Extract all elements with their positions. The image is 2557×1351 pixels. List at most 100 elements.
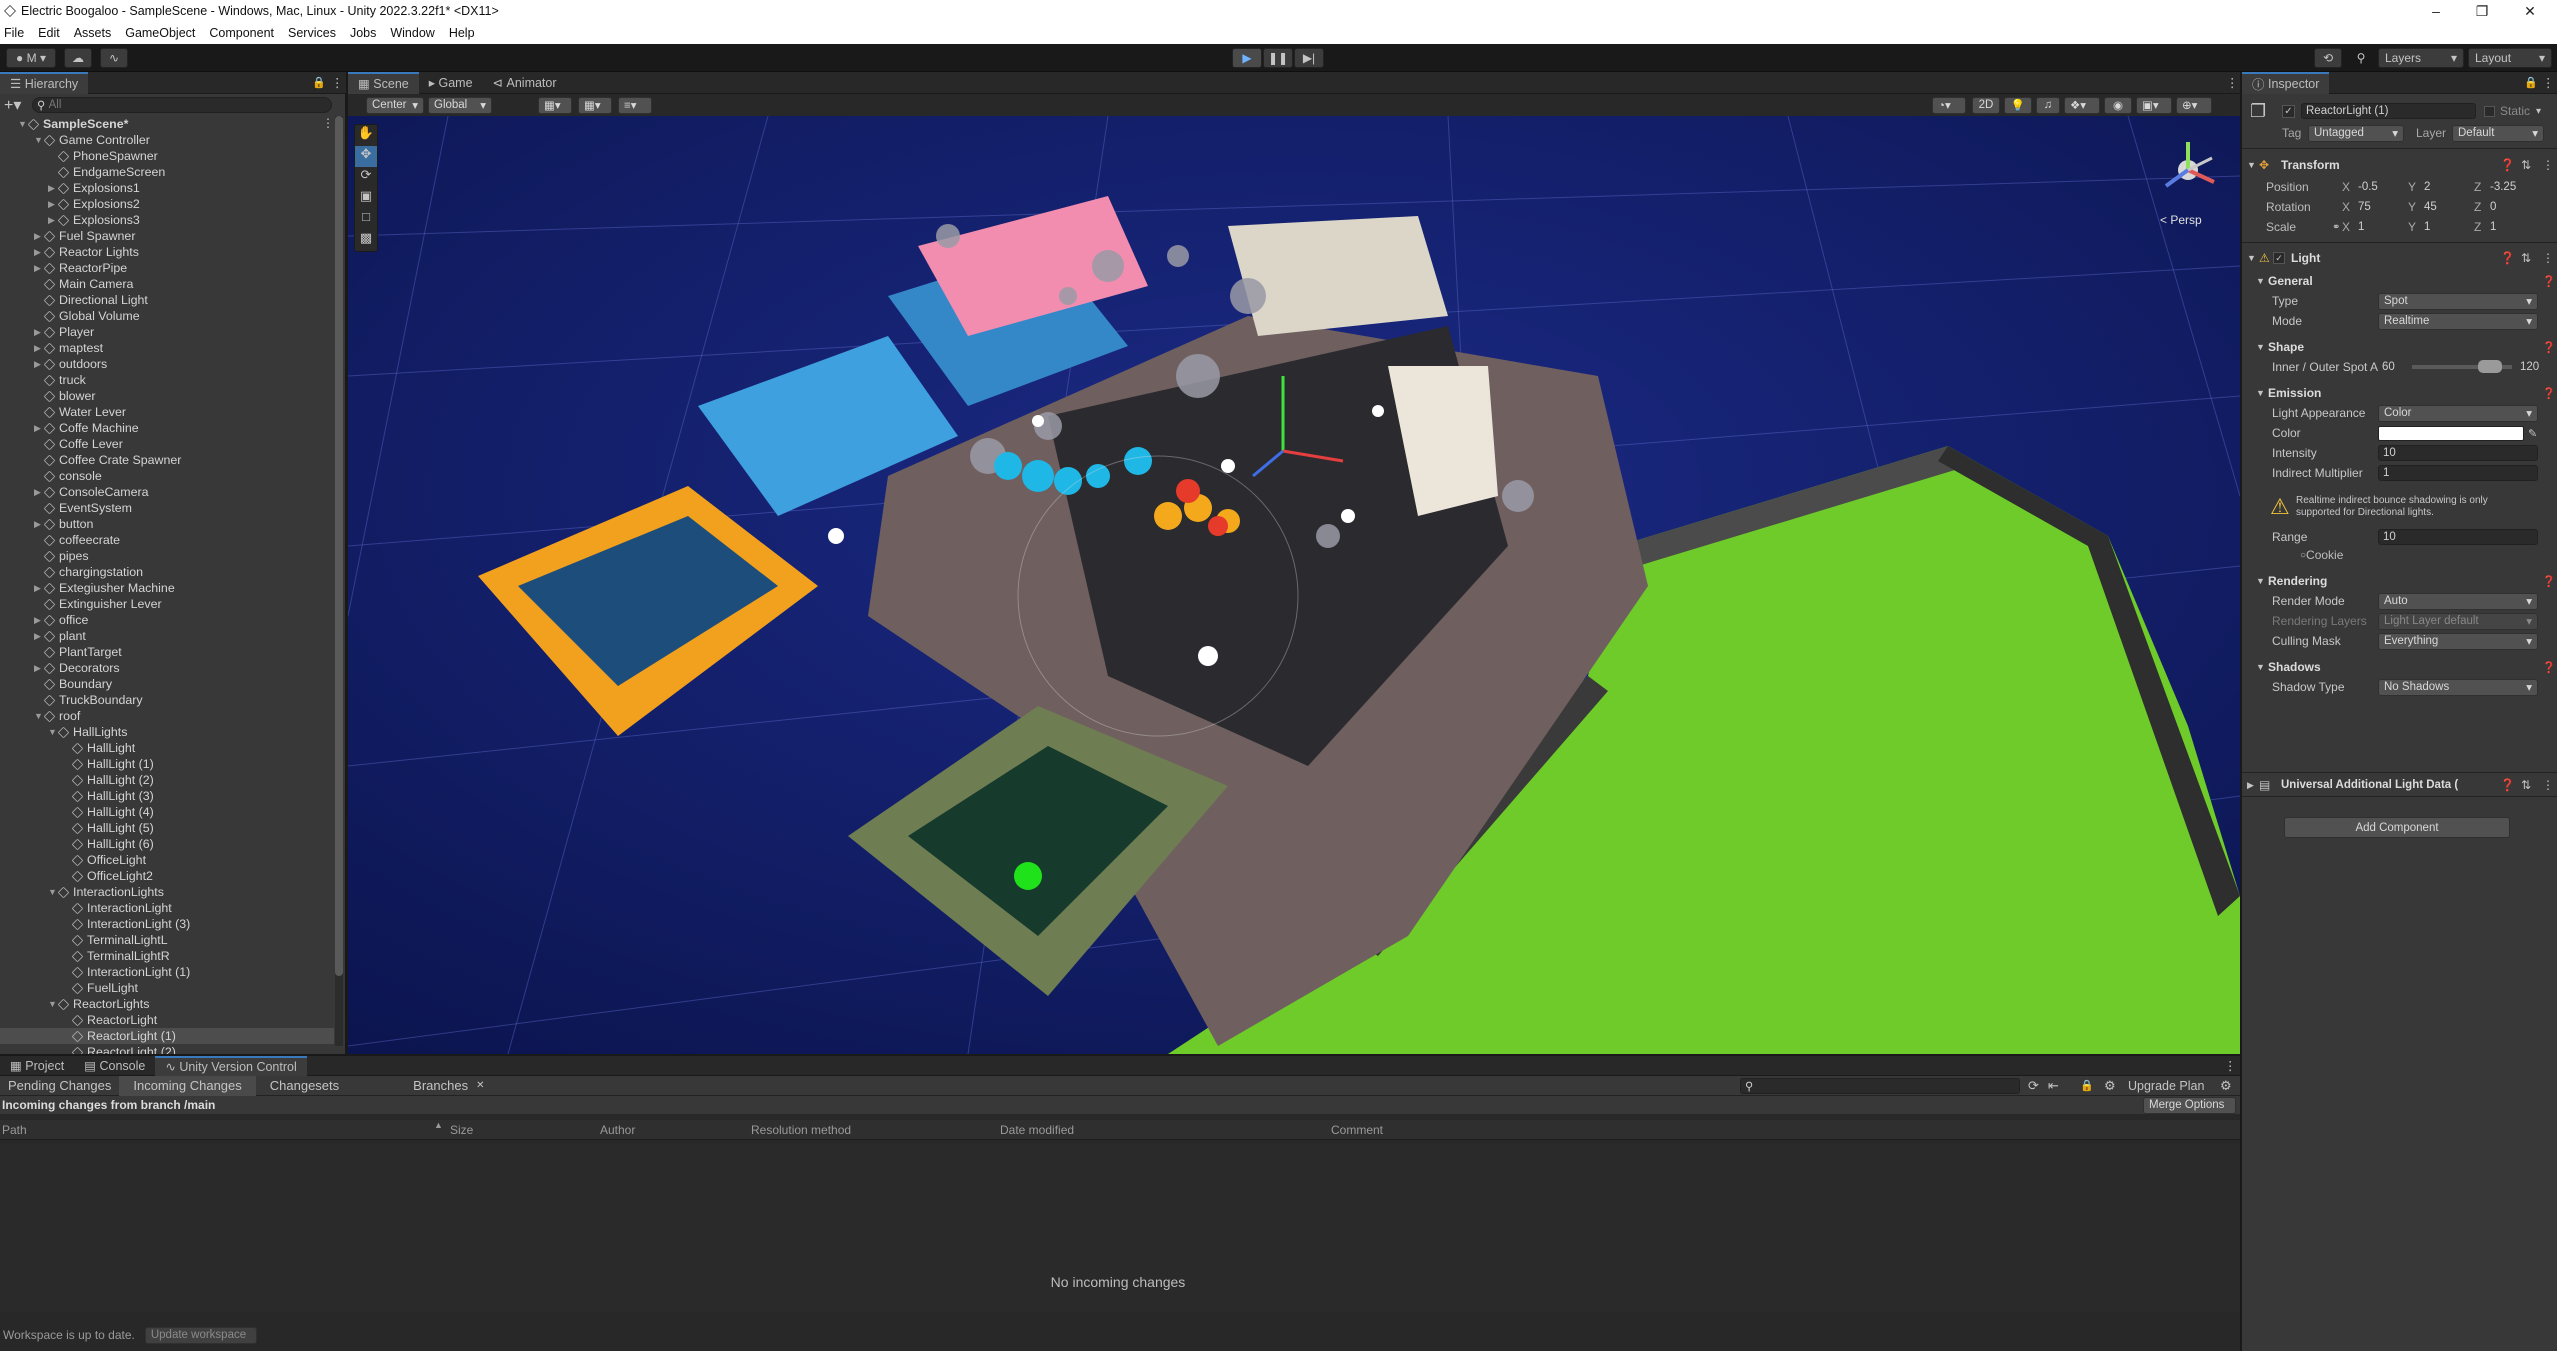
hierarchy-item[interactable]: HallLight (2)	[0, 772, 334, 788]
vc-search-input[interactable]: ⚲	[1740, 1077, 2020, 1094]
foldout-closed-icon[interactable]: ▶	[34, 423, 44, 434]
range-field[interactable]: 10	[2378, 529, 2538, 545]
hierarchy-item[interactable]: ▶ Fuel Spawner	[0, 228, 334, 244]
hierarchy-item[interactable]: ReactorLight (1)	[0, 1028, 334, 1044]
more-icon[interactable]: ⋮	[322, 116, 334, 130]
rotation-z-field[interactable]: 0	[2486, 199, 2536, 215]
hierarchy-item[interactable]: Coffee Crate Spawner	[0, 452, 334, 468]
light-type-dropdown[interactable]: Spot ▾	[2378, 292, 2538, 310]
menu-help[interactable]: Help	[442, 26, 482, 40]
tab-scene[interactable]: ▦ Scene	[348, 71, 419, 94]
layer-dropdown[interactable]: Default ▾	[2452, 124, 2544, 142]
hierarchy-item[interactable]: pipes	[0, 548, 334, 564]
close-icon[interactable]: ✕	[2507, 0, 2553, 22]
subtab-incoming-changes[interactable]: Incoming Changes	[119, 1075, 256, 1096]
hierarchy-item[interactable]: HallLight	[0, 740, 334, 756]
hierarchy-item[interactable]: ReactorLight (2)	[0, 1044, 334, 1054]
foldout-closed-icon[interactable]: ▶	[34, 247, 44, 258]
add-icon[interactable]: +▾	[4, 95, 28, 115]
menu-component[interactable]: Component	[202, 26, 281, 40]
minimize-icon[interactable]: –	[2413, 0, 2459, 22]
hierarchy-item[interactable]: ▶ ConsoleCamera	[0, 484, 334, 500]
column-path[interactable]: Path	[2, 1123, 27, 1137]
add-component-button[interactable]: Add Component	[2284, 817, 2510, 838]
foldout-closed-icon[interactable]: ▶	[34, 359, 44, 370]
hierarchy-item[interactable]: ▼ roof	[0, 708, 334, 724]
tag-dropdown[interactable]: Untagged ▾	[2308, 124, 2404, 142]
rect-tool-icon[interactable]: □	[355, 209, 377, 230]
more-icon[interactable]: ⋮	[2542, 75, 2555, 90]
hierarchy-item[interactable]: HallLight (4)	[0, 804, 334, 820]
hierarchy-item[interactable]: ▶ Explosions2	[0, 196, 334, 212]
hierarchy-item[interactable]: blower	[0, 388, 334, 404]
hierarchy-item[interactable]: ▶ button	[0, 516, 334, 532]
hierarchy-item[interactable]: coffeecrate	[0, 532, 334, 548]
scale-tool-icon[interactable]: ▣	[355, 188, 377, 209]
more-icon[interactable]: ⋮	[2542, 251, 2554, 265]
foldout-closed-icon[interactable]: ▶	[34, 327, 44, 338]
refresh-icon[interactable]: ⟳	[2028, 1078, 2039, 1094]
preset-icon[interactable]: ⇅	[2521, 778, 2531, 792]
hierarchy-item[interactable]: chargingstation	[0, 564, 334, 580]
hierarchy-item[interactable]: ReactorLight	[0, 1012, 334, 1028]
foldout-closed-icon[interactable]: ▶	[48, 215, 58, 226]
tab-animator[interactable]: ⊲ Animator	[483, 72, 567, 94]
help-icon[interactable]: ❓	[2542, 661, 2556, 674]
hierarchy-item[interactable]: TerminalLightR	[0, 948, 334, 964]
hierarchy-item[interactable]: PhoneSpawner	[0, 148, 334, 164]
update-workspace-button[interactable]: Update workspace	[144, 1326, 257, 1344]
foldout-closed-icon[interactable]: ▶	[34, 231, 44, 242]
column-resolution-method[interactable]: Resolution method	[751, 1123, 851, 1137]
menu-services[interactable]: Services	[281, 26, 343, 40]
foldout-closed-icon[interactable]: ▶	[48, 199, 58, 210]
color-field[interactable]	[2378, 425, 2524, 441]
help-icon[interactable]: ❓	[2500, 778, 2515, 792]
pivot-dropdown[interactable]: Center ▾	[366, 96, 424, 114]
help-icon[interactable]: ❓	[2542, 387, 2556, 400]
upgrade-plan-link[interactable]: Upgrade Plan	[2128, 1079, 2204, 1093]
hierarchy-item[interactable]: ▶ Reactor Lights	[0, 244, 334, 260]
transform-tool-icon[interactable]: ▩	[355, 230, 377, 251]
column-comment[interactable]: Comment	[1331, 1123, 1383, 1137]
preset-icon[interactable]: ⇅	[2521, 158, 2531, 172]
2d-toggle[interactable]: 2D	[1972, 96, 2000, 114]
hand-tool-icon[interactable]: ✋	[355, 125, 377, 146]
column-date-modified[interactable]: Date modified	[1000, 1123, 1074, 1137]
scene-viewport[interactable]: ✋ ✥ ⟳ ▣ □ ▩ < Persp	[348, 116, 2240, 1054]
camera-icon[interactable]: ▣▾	[2136, 96, 2172, 114]
hierarchy-item[interactable]: ▼ InteractionLights	[0, 884, 334, 900]
foldout-closed-icon[interactable]: ▶	[34, 631, 44, 642]
help-icon[interactable]: ❓	[2542, 275, 2556, 288]
account-button[interactable]: ● M ▾	[6, 48, 56, 68]
column-author[interactable]: Author	[600, 1123, 635, 1137]
hierarchy-item[interactable]: Extinguisher Lever	[0, 596, 334, 612]
space-dropdown[interactable]: Global ▾	[428, 96, 492, 114]
more-icon[interactable]: ⋮	[2226, 75, 2239, 90]
column-size[interactable]: Size	[450, 1123, 473, 1137]
hierarchy-item[interactable]: ▶ Player	[0, 324, 334, 340]
hierarchy-item[interactable]: ▼ ReactorLights	[0, 996, 334, 1012]
lock-icon[interactable]: 🔒	[2080, 1079, 2094, 1092]
hierarchy-search-input[interactable]: ⚲ All	[32, 97, 332, 113]
spot-angle-slider[interactable]	[2412, 360, 2512, 373]
close-icon[interactable]: ✕	[476, 1080, 484, 1091]
increment-snap-icon[interactable]: ≡▾	[618, 96, 652, 114]
collab-icon[interactable]: ∿	[100, 48, 128, 68]
hierarchy-item[interactable]: HallLight (1)	[0, 756, 334, 772]
foldout-closed-icon[interactable]: ▶	[34, 343, 44, 354]
hierarchy-item[interactable]: Coffe Lever	[0, 436, 334, 452]
orientation-gizmo[interactable]: < Persp	[2148, 130, 2228, 240]
menu-edit[interactable]: Edit	[31, 26, 67, 40]
lock-icon[interactable]: 🔒	[312, 76, 326, 89]
tab-inspector[interactable]: ⓘ Inspector	[2242, 71, 2330, 94]
hierarchy-item[interactable]: ▼ Game Controller	[0, 132, 334, 148]
layout-dropdown[interactable]: Layout ▾	[2468, 48, 2552, 68]
tab-console[interactable]: ▤ Console	[74, 1056, 155, 1076]
hierarchy-item[interactable]: Directional Light	[0, 292, 334, 308]
settings-icon[interactable]: ⚙	[2104, 1078, 2116, 1094]
indirect-multiplier-field[interactable]: 1	[2378, 465, 2538, 481]
merge-options-button[interactable]: Merge Options	[2143, 1096, 2236, 1114]
culling-mask-dropdown[interactable]: Everything ▾	[2378, 632, 2538, 650]
hierarchy-item[interactable]: ▶ ReactorPipe	[0, 260, 334, 276]
hierarchy-item[interactable]: HallLight (3)	[0, 788, 334, 804]
